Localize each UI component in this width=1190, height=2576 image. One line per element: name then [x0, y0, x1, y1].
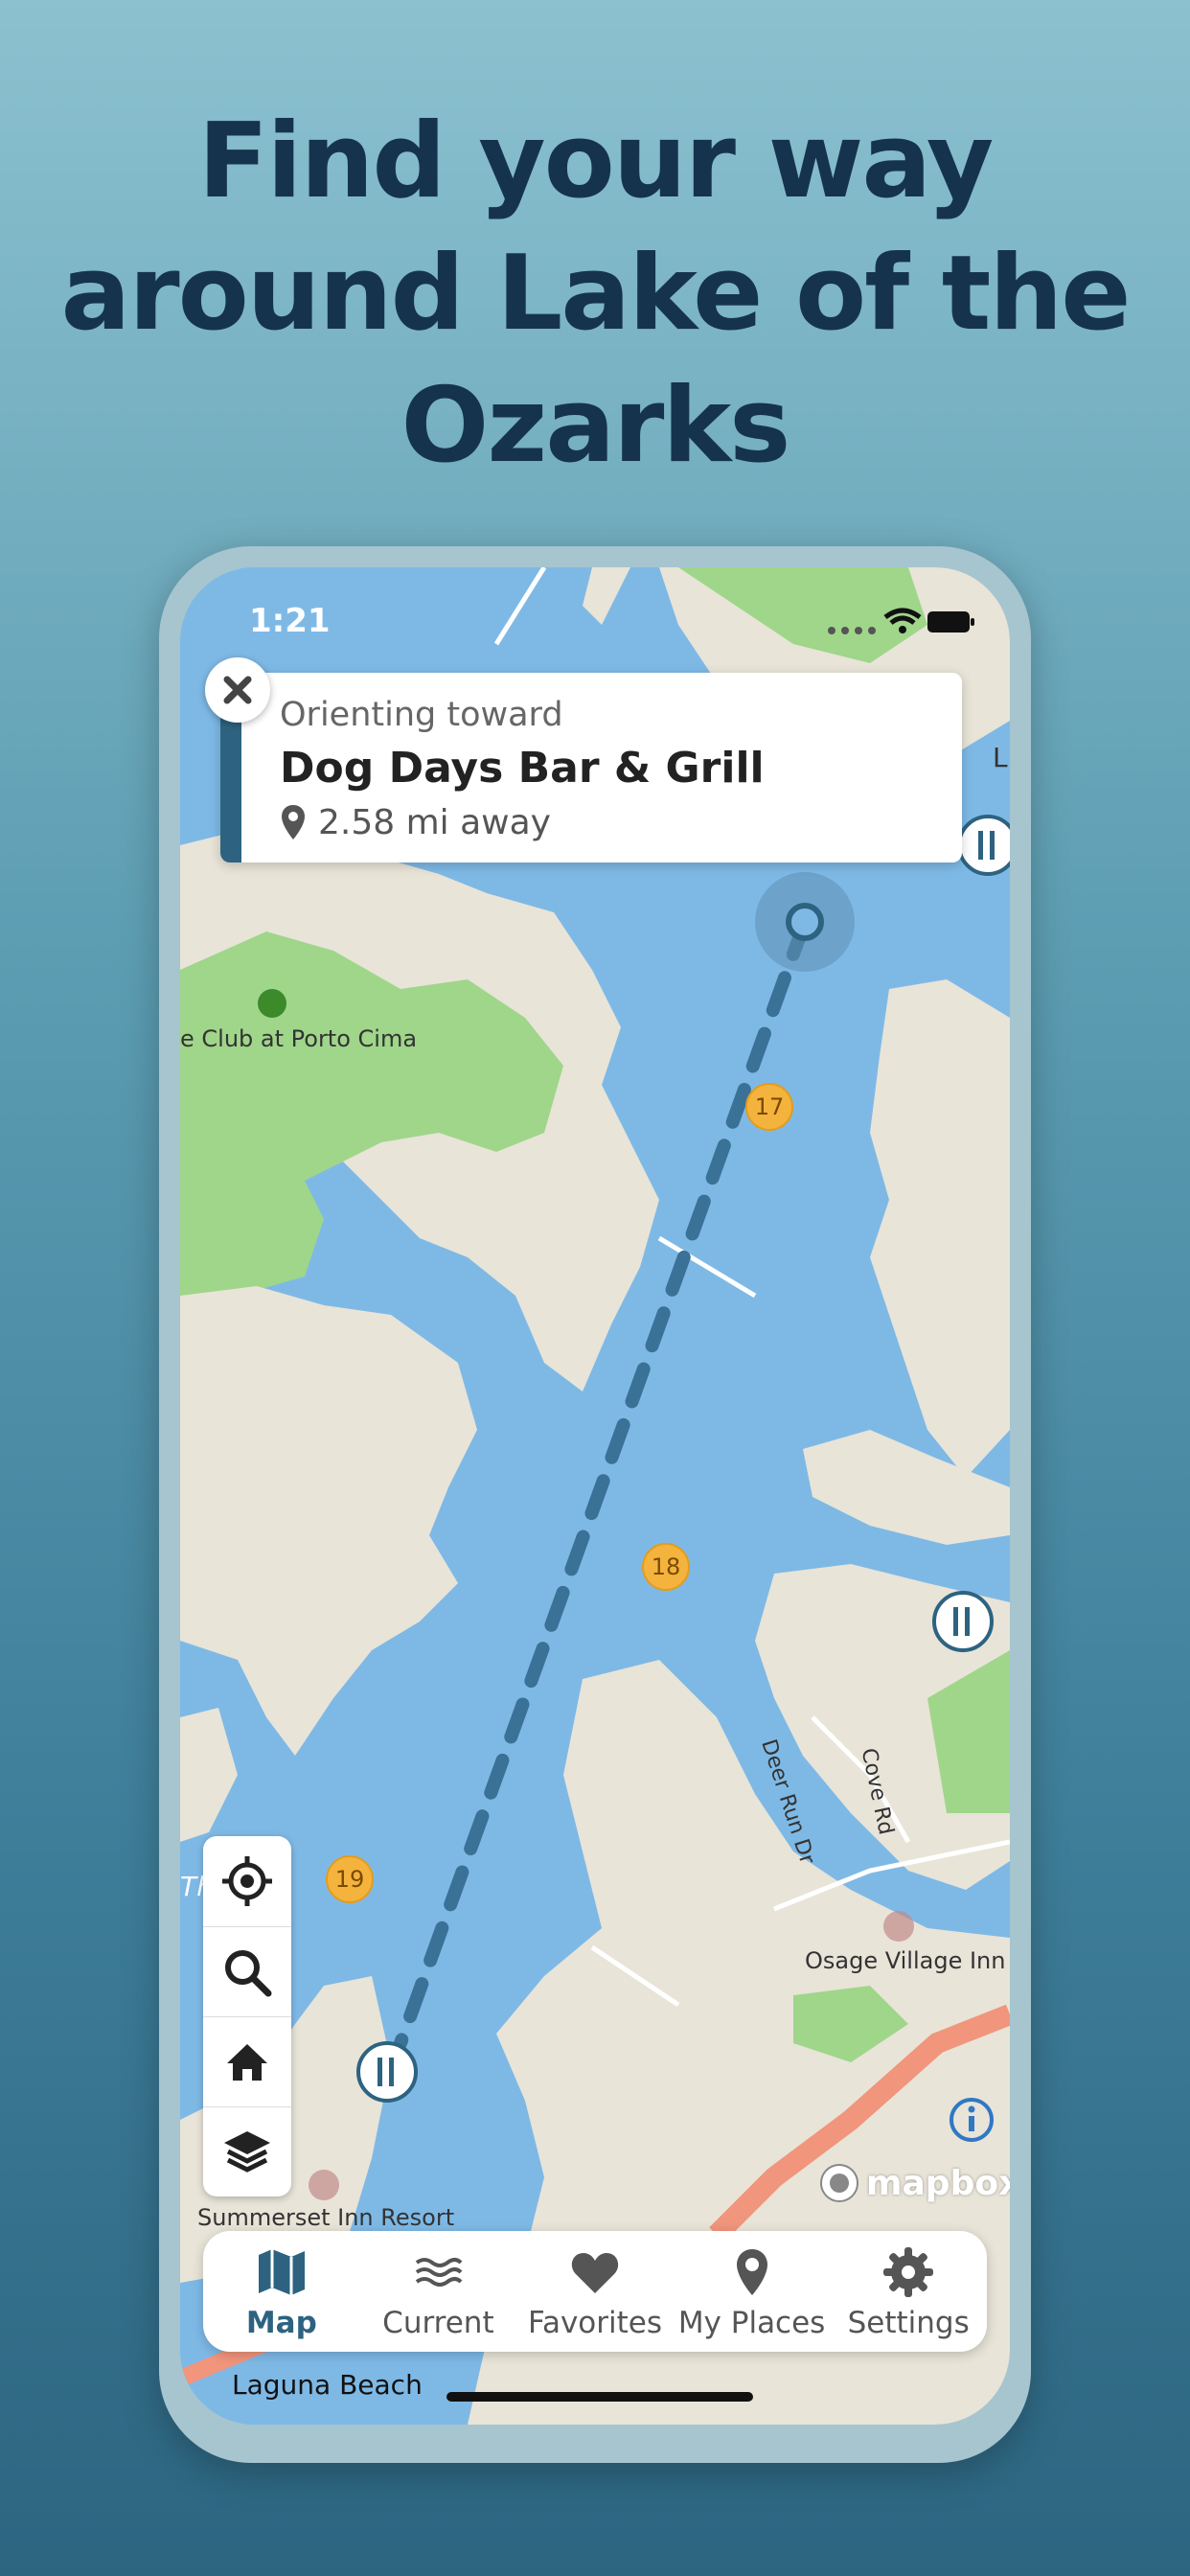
banner-subtitle: Orienting toward	[280, 696, 563, 734]
tab-bar: Map Current Favorites My Places Settings	[203, 2231, 987, 2352]
tab-my-places[interactable]: My Places	[674, 2231, 831, 2352]
location-pin-icon	[280, 803, 307, 845]
heart-icon	[571, 2253, 619, 2293]
phone-screen: e Club at Porto Cima L Th Deer Run Dr Co…	[180, 567, 1010, 2425]
tab-favorites-label: Favorites	[527, 2306, 662, 2340]
orientation-banner[interactable]: Orienting toward Dog Days Bar & Grill 2.…	[220, 673, 962, 862]
crosshair-icon	[222, 1856, 272, 1906]
headline: Find your way around Lake of the Ozarks	[0, 96, 1190, 493]
layers-icon	[224, 2130, 270, 2173]
banner-distance: 2.58 mi away	[318, 803, 551, 842]
signal-icon	[828, 627, 876, 634]
close-button[interactable]	[205, 657, 270, 723]
map-icon	[258, 2249, 305, 2295]
status-time: 1:21	[249, 602, 331, 640]
mile-marker-17: 17	[745, 1083, 793, 1131]
headline-line-3: Ozarks	[400, 366, 791, 486]
map-label-summerset: Summerset Inn Resort	[197, 2204, 455, 2231]
gear-icon	[883, 2247, 934, 2297]
map-tools	[203, 1836, 291, 2196]
waves-icon	[416, 2258, 463, 2287]
map-label-porto-cima: e Club at Porto Cima	[180, 1025, 418, 1052]
mile-marker-18-label: 18	[651, 1553, 681, 1580]
close-icon	[223, 676, 252, 704]
mile-marker-18: 18	[642, 1543, 690, 1591]
map-label-edge-l: L	[993, 742, 1008, 773]
mapbox-attribution[interactable]: mapbox	[818, 2162, 1010, 2204]
layers-button[interactable]	[203, 2106, 291, 2196]
map-label-laguna: Laguna Beach	[232, 2369, 423, 2401]
mapbox-logo-icon	[820, 2164, 858, 2202]
status-icons	[822, 606, 975, 640]
headline-line-1: Find your way	[197, 102, 995, 221]
wifi-icon	[883, 608, 922, 633]
tab-current-label: Current	[382, 2306, 494, 2340]
tab-map[interactable]: Map	[203, 2231, 360, 2352]
home-button[interactable]	[203, 2016, 291, 2106]
locate-button[interactable]	[203, 1836, 291, 1926]
mile-marker-19-label: 19	[334, 1866, 365, 1893]
tab-my-places-label: My Places	[677, 2306, 826, 2340]
search-icon	[225, 1949, 272, 1996]
headline-line-2: around Lake of the	[60, 234, 1131, 354]
banner-destination: Dog Days Bar & Grill	[280, 744, 765, 793]
mapbox-wordmark: mapbox	[866, 2163, 1010, 2203]
tab-settings-label: Settings	[847, 2306, 970, 2340]
tab-current[interactable]: Current	[360, 2231, 517, 2352]
tab-map-label: Map	[245, 2306, 317, 2340]
mile-marker-17-label: 17	[754, 1093, 785, 1120]
home-indicator[interactable]	[446, 2392, 753, 2402]
search-button[interactable]	[203, 1926, 291, 2016]
info-icon	[950, 2098, 994, 2142]
home-icon	[227, 2043, 267, 2081]
battery-icon	[927, 611, 974, 632]
map-label-osage-inn: Osage Village Inn	[805, 1947, 1006, 1974]
pin-icon	[736, 2249, 767, 2295]
mile-marker-19: 19	[326, 1855, 374, 1903]
tab-settings[interactable]: Settings	[830, 2231, 987, 2352]
map-info-button[interactable]	[949, 2097, 995, 2147]
tab-favorites[interactable]: Favorites	[516, 2231, 674, 2352]
